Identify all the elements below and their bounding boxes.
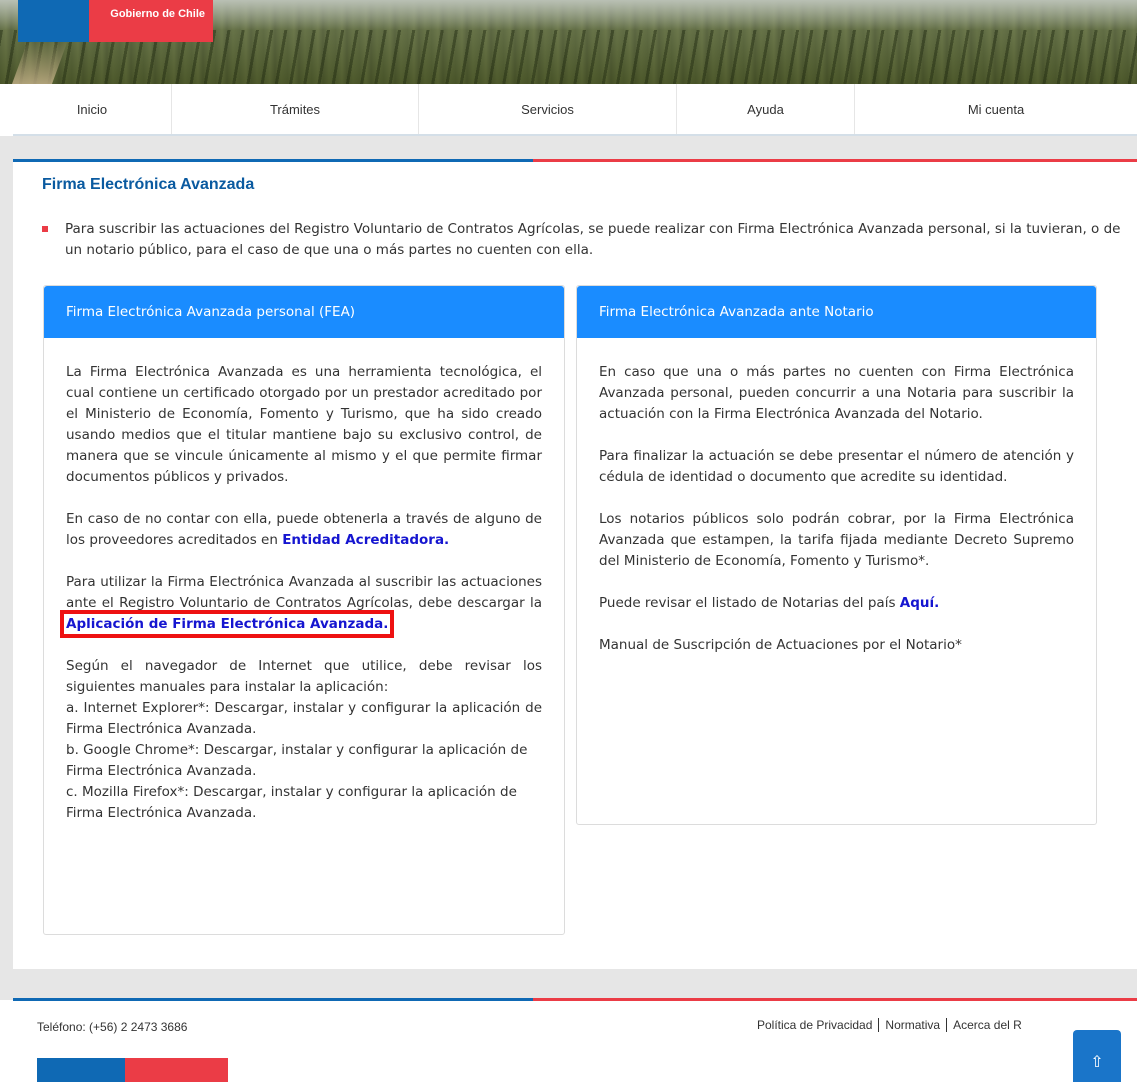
nav-item-servicios[interactable]: Servicios — [419, 84, 677, 134]
nav-item-mi-cuenta[interactable]: Mi cuenta — [855, 84, 1137, 134]
footer: Teléfono: (+56) 2 2473 3686 Política de … — [13, 998, 1137, 1082]
fea-download-paragraph: Para utilizar la Firma Electrónica Avanz… — [59, 572, 542, 638]
logo-red-block: Gobierno de Chile — [89, 0, 213, 42]
card-fea-personal-header: Firma Electrónica Avanzada personal (FEA… — [44, 286, 564, 338]
manual-notario-link[interactable]: Manual de Suscripción de Actuaciones por… — [599, 635, 1074, 656]
header-banner: Gobierno de Chile — [0, 0, 1137, 84]
card-fea-personal-body: La Firma Electrónica Avanzada es una her… — [44, 338, 564, 824]
fea-obtain-paragraph: En caso de no contar con ella, puede obt… — [66, 509, 542, 551]
card-fea-personal: Firma Electrónica Avanzada personal (FEA… — [43, 285, 565, 935]
footer-link-acerca[interactable]: Acerca del R — [947, 1018, 1028, 1032]
main-nav: Inicio Trámites Servicios Ayuda Mi cuent… — [13, 84, 1137, 136]
nav-label: Mi cuenta — [967, 101, 1025, 117]
footer-link-privacidad[interactable]: Política de Privacidad — [751, 1018, 880, 1032]
footer-phone: Teléfono: (+56) 2 2473 3686 — [37, 1020, 188, 1034]
card-fea-notario: Firma Electrónica Avanzada ante Notario … — [576, 285, 1097, 825]
content-topline — [13, 159, 1137, 162]
aplicacion-fea-link[interactable]: Aplicación de Firma Electrónica Avanzada… — [59, 610, 395, 638]
footer-topline — [13, 998, 1137, 1001]
nav-label: Trámites — [269, 101, 321, 117]
notario-p1: En caso que una o más partes no cuenten … — [599, 364, 1074, 422]
card-heading: Firma Electrónica Avanzada ante Notario — [599, 304, 874, 320]
footer-gob-bar — [37, 1058, 228, 1082]
manual-google-chrome-link[interactable]: b. Google Chrome*: Descargar, instalar y… — [66, 740, 542, 782]
scroll-to-top-button[interactable]: ⇧ — [1073, 1030, 1121, 1082]
card-heading: Firma Electrónica Avanzada personal (FEA… — [66, 304, 356, 320]
notario-list-text: Puede revisar el listado de Notarias del… — [599, 595, 900, 611]
manuals-list: Según el navegador de Internet que utili… — [66, 656, 542, 824]
logo-blue-block — [18, 0, 89, 42]
nav-label: Inicio — [76, 101, 108, 117]
fea-description: La Firma Electrónica Avanzada es una her… — [66, 364, 542, 485]
logo-text: Gobierno de Chile — [110, 8, 205, 20]
main-content: Firma Electrónica Avanzada Para suscribi… — [13, 159, 1137, 969]
nav-label: Servicios — [521, 101, 574, 117]
footer-links: Política de Privacidad Normativa Acerca … — [751, 1018, 1089, 1032]
intro-text: Para suscribir las actuaciones del Regis… — [65, 221, 1121, 258]
manuals-intro: Según el navegador de Internet que utili… — [66, 658, 542, 695]
card-fea-notario-header: Firma Electrónica Avanzada ante Notario — [577, 286, 1096, 338]
notario-p2: Para finalizar la actuación se debe pres… — [599, 448, 1074, 485]
nav-label: Ayuda — [747, 101, 784, 117]
intro-paragraph: Para suscribir las actuaciones del Regis… — [42, 219, 1122, 261]
arrow-up-icon: ⇧ — [1090, 1052, 1104, 1071]
footer-link-normativa[interactable]: Normativa — [879, 1018, 948, 1032]
notarias-aqui-link[interactable]: Aquí. — [900, 595, 939, 611]
nav-item-ayuda[interactable]: Ayuda — [677, 84, 855, 134]
nav-item-tramites[interactable]: Trámites — [172, 84, 419, 134]
fea-download-text: Para utilizar la Firma Electrónica Avanz… — [66, 574, 542, 611]
manual-mozilla-firefox-link[interactable]: c. Mozilla Firefox*: Descargar, instalar… — [66, 782, 542, 824]
notario-p3: Los notarios públicos solo podrán cobrar… — [599, 511, 1074, 569]
notario-list-paragraph: Puede revisar el listado de Notarias del… — [599, 593, 1074, 614]
gobierno-logo[interactable]: Gobierno de Chile — [18, 0, 213, 42]
manual-internet-explorer-link[interactable]: a. Internet Explorer*: Descargar, instal… — [66, 698, 542, 740]
entidad-acreditadora-link[interactable]: Entidad Acreditadora. — [282, 532, 449, 548]
nav-item-inicio[interactable]: Inicio — [13, 84, 172, 134]
card-fea-notario-body: En caso que una o más partes no cuenten … — [577, 338, 1096, 656]
page-title: Firma Electrónica Avanzada — [42, 176, 255, 193]
bullet-icon — [42, 226, 48, 232]
